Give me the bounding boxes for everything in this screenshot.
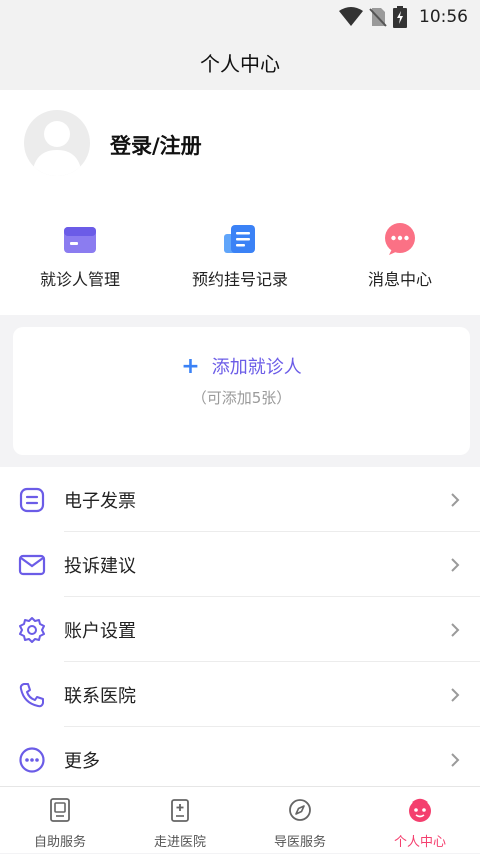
patient-management-label: 就诊人管理 bbox=[39, 270, 120, 289]
tab-self-service[interactable]: 自助服务 bbox=[0, 787, 120, 854]
add-patient-hint: （可添加5张） bbox=[191, 389, 292, 407]
battery-charging-icon bbox=[393, 6, 407, 28]
patient-management-button[interactable]: 就诊人管理 bbox=[0, 222, 160, 290]
status-bar: 10:56 bbox=[0, 0, 480, 34]
menu-item-label: 账户设置 bbox=[64, 620, 136, 642]
title-bar: 个人中心 bbox=[0, 34, 480, 90]
message-center-button[interactable]: 消息中心 bbox=[320, 222, 480, 290]
avatar[interactable] bbox=[24, 110, 90, 176]
more-icon bbox=[19, 746, 45, 773]
no-sim-icon bbox=[369, 8, 387, 27]
add-patient-label: 添加就诊人 bbox=[211, 357, 302, 378]
page-title: 个人中心 bbox=[200, 51, 280, 76]
user-silhouette-icon bbox=[32, 121, 82, 176]
tab-label: 导医服务 bbox=[273, 835, 326, 850]
menu-list: 电子发票 投诉建议 账户设置 联系医院 更多 bbox=[0, 467, 480, 786]
document-icon bbox=[224, 225, 255, 253]
menu-item-label: 更多 bbox=[64, 750, 100, 772]
message-center-label: 消息中心 bbox=[367, 270, 432, 289]
bottom-tab-bar: 自助服务 走进医院 导医服务 个人中心 bbox=[0, 786, 480, 853]
tab-about-hospital[interactable]: 走进医院 bbox=[120, 787, 240, 854]
menu-item-contact-hospital[interactable]: 联系医院 bbox=[0, 662, 480, 727]
menu-item-invoice[interactable]: 电子发票 bbox=[0, 467, 480, 532]
chevron-right-icon bbox=[451, 557, 460, 572]
invoice-icon bbox=[19, 487, 45, 512]
tab-label: 个人中心 bbox=[393, 835, 446, 850]
chat-bubble-icon bbox=[385, 223, 415, 255]
phone-icon bbox=[19, 682, 44, 707]
compass-icon bbox=[289, 799, 311, 821]
kiosk-icon bbox=[50, 798, 70, 822]
chevron-right-icon bbox=[451, 492, 460, 507]
add-patient-card[interactable]: + 添加就诊人 （可添加5张） bbox=[13, 327, 470, 455]
appointment-records-button[interactable]: 预约挂号记录 bbox=[160, 222, 320, 290]
add-patient-button[interactable]: + 添加就诊人 bbox=[13, 353, 470, 379]
menu-item-label: 投诉建议 bbox=[64, 555, 136, 577]
profile-section: 登录/注册 就诊人管理 预约挂号记录 消息中心 bbox=[0, 90, 480, 315]
menu-item-label: 联系医院 bbox=[64, 685, 136, 707]
chevron-right-icon bbox=[451, 752, 460, 767]
tab-label: 走进医院 bbox=[153, 835, 206, 850]
hospital-icon bbox=[171, 799, 189, 822]
chevron-right-icon bbox=[451, 687, 460, 702]
tab-label: 自助服务 bbox=[33, 835, 86, 850]
card-icon bbox=[64, 227, 96, 253]
tab-personal-center[interactable]: 个人中心 bbox=[360, 787, 480, 854]
tab-guide-service[interactable]: 导医服务 bbox=[240, 787, 360, 854]
gear-icon bbox=[19, 616, 45, 643]
chevron-right-icon bbox=[451, 622, 460, 637]
mail-icon bbox=[18, 554, 46, 575]
wifi-icon bbox=[339, 7, 363, 26]
menu-item-account-settings[interactable]: 账户设置 bbox=[0, 597, 480, 662]
plus-icon: + bbox=[181, 354, 200, 379]
clock: 10:56 bbox=[419, 7, 468, 27]
menu-item-feedback[interactable]: 投诉建议 bbox=[0, 532, 480, 597]
profile-face-icon bbox=[409, 798, 431, 822]
login-register-link[interactable]: 登录/注册 bbox=[110, 130, 202, 160]
menu-item-label: 电子发票 bbox=[64, 490, 136, 512]
menu-item-more[interactable]: 更多 bbox=[0, 727, 480, 792]
appointment-records-label: 预约挂号记录 bbox=[191, 270, 288, 289]
